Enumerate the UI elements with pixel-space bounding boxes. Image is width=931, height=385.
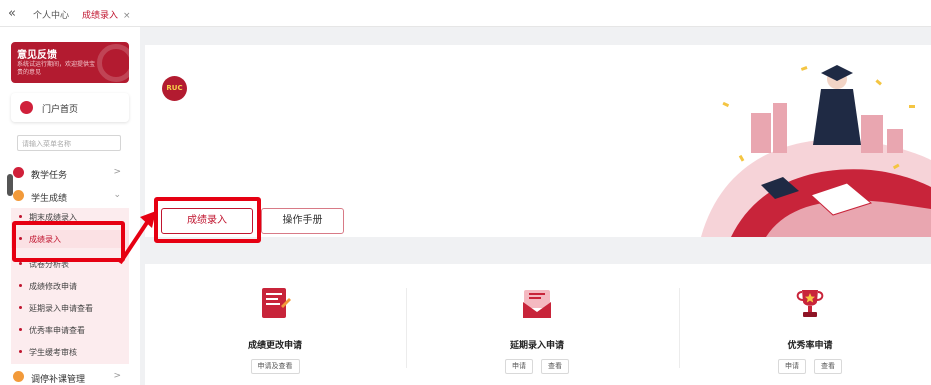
excellence-rate-card: 优秀率申请 申请 查看	[680, 264, 931, 385]
seal-icon	[97, 44, 129, 82]
bullet-icon	[19, 328, 22, 331]
feedback-subtitle: 系统试运行期间，欢迎提供宝贵的意见	[17, 61, 96, 76]
bullet-icon	[19, 215, 22, 218]
apply-button[interactable]: 申请	[505, 359, 533, 374]
bullet-icon	[19, 350, 22, 353]
tab-bar: « 个人中心 成绩录入 ×	[0, 0, 931, 27]
sidebar-resize-handle[interactable]	[7, 174, 13, 196]
apply-and-view-button[interactable]: 申请及查看	[250, 359, 300, 374]
feedback-banner[interactable]: 意见反馈 系统试运行期间，欢迎提供宝贵的意见	[11, 42, 129, 83]
submenu-item-delay-entry-view[interactable]: 延期录入申请查看	[11, 299, 129, 317]
university-logo: RUC	[162, 76, 187, 101]
bullet-icon	[19, 284, 22, 287]
grades-icon	[13, 190, 24, 201]
menu-search-input[interactable]: 请输入菜单名称	[17, 135, 121, 151]
notebook-icon	[262, 288, 291, 318]
portal-home-button[interactable]: 门户首页	[11, 93, 129, 122]
sidebar-item-student-grades[interactable]: 学生成绩 ⌄	[11, 186, 129, 206]
sidebar-item-class-adjustment[interactable]: 调停补课管理 >	[11, 367, 129, 385]
view-button[interactable]: 查看	[541, 359, 569, 374]
collapse-icon[interactable]: «	[8, 6, 16, 21]
sidebar-item-label: 教学任务	[31, 171, 68, 181]
submenu-item-label: 优秀率申请查看	[29, 326, 85, 335]
book-icon	[13, 167, 24, 178]
submenu-item-grade-change-request[interactable]: 成绩修改申请	[11, 277, 129, 295]
card-actions: 申请 查看	[680, 359, 931, 374]
delay-entry-card: 延期录入申请 申请 查看	[407, 264, 667, 385]
calendar-icon	[13, 371, 24, 382]
submenu-item-label: 延期录入申请查看	[29, 304, 93, 313]
sidebar-item-label: 学生成绩	[31, 194, 68, 204]
submenu-item-deferred-exam-review[interactable]: 学生缓考审核	[11, 343, 129, 361]
apply-button[interactable]: 申请	[778, 359, 806, 374]
card-title: 优秀率申请	[787, 341, 833, 351]
grade-change-card: 成绩更改申请 申请及查看	[145, 264, 405, 385]
envelope-icon	[523, 290, 551, 318]
card-actions: 申请及查看	[145, 359, 405, 374]
chevron-down-icon: ⌄	[113, 190, 121, 200]
card-title: 成绩更改申请	[247, 341, 302, 351]
portal-home-label: 门户首页	[42, 105, 79, 115]
sidebar-item-label: 调停补课管理	[31, 375, 86, 385]
tab-grade-entry[interactable]: 成绩录入 ×	[82, 8, 131, 21]
welcome-banner: RUC 成绩录入 操作手册	[145, 45, 931, 237]
highlight-frame-sidebar	[12, 221, 125, 262]
card-title: 延期录入申请	[509, 341, 564, 351]
submenu-item-label: 成绩修改申请	[29, 282, 77, 291]
user-manual-button[interactable]: 操作手册	[261, 208, 344, 234]
feature-cards: 成绩更改申请 申请及查看 延期录入申请 申请 查看 优秀率申请 申请 查看	[145, 264, 931, 385]
tab-grade-entry-label: 成绩录入	[82, 11, 119, 21]
tab-personal-center[interactable]: 个人中心	[33, 8, 69, 21]
card-actions: 申请 查看	[407, 359, 667, 374]
bullet-icon	[19, 262, 22, 265]
bullet-icon	[19, 306, 22, 309]
submenu-item-excellence-rate-view[interactable]: 优秀率申请查看	[11, 321, 129, 339]
chevron-right-icon: >	[113, 167, 121, 177]
graduation-illustration-icon	[701, 65, 931, 237]
trophy-icon	[796, 290, 824, 317]
submenu-item-label: 学生缓考审核	[29, 348, 77, 357]
chevron-right-icon: >	[113, 371, 121, 381]
feedback-title: 意见反馈	[17, 50, 57, 61]
highlight-frame-entry-button	[154, 197, 261, 243]
view-button[interactable]: 查看	[814, 359, 842, 374]
close-icon[interactable]: ×	[123, 11, 131, 21]
home-icon	[20, 101, 33, 114]
sidebar-item-teaching-tasks[interactable]: 教学任务 >	[11, 163, 129, 183]
